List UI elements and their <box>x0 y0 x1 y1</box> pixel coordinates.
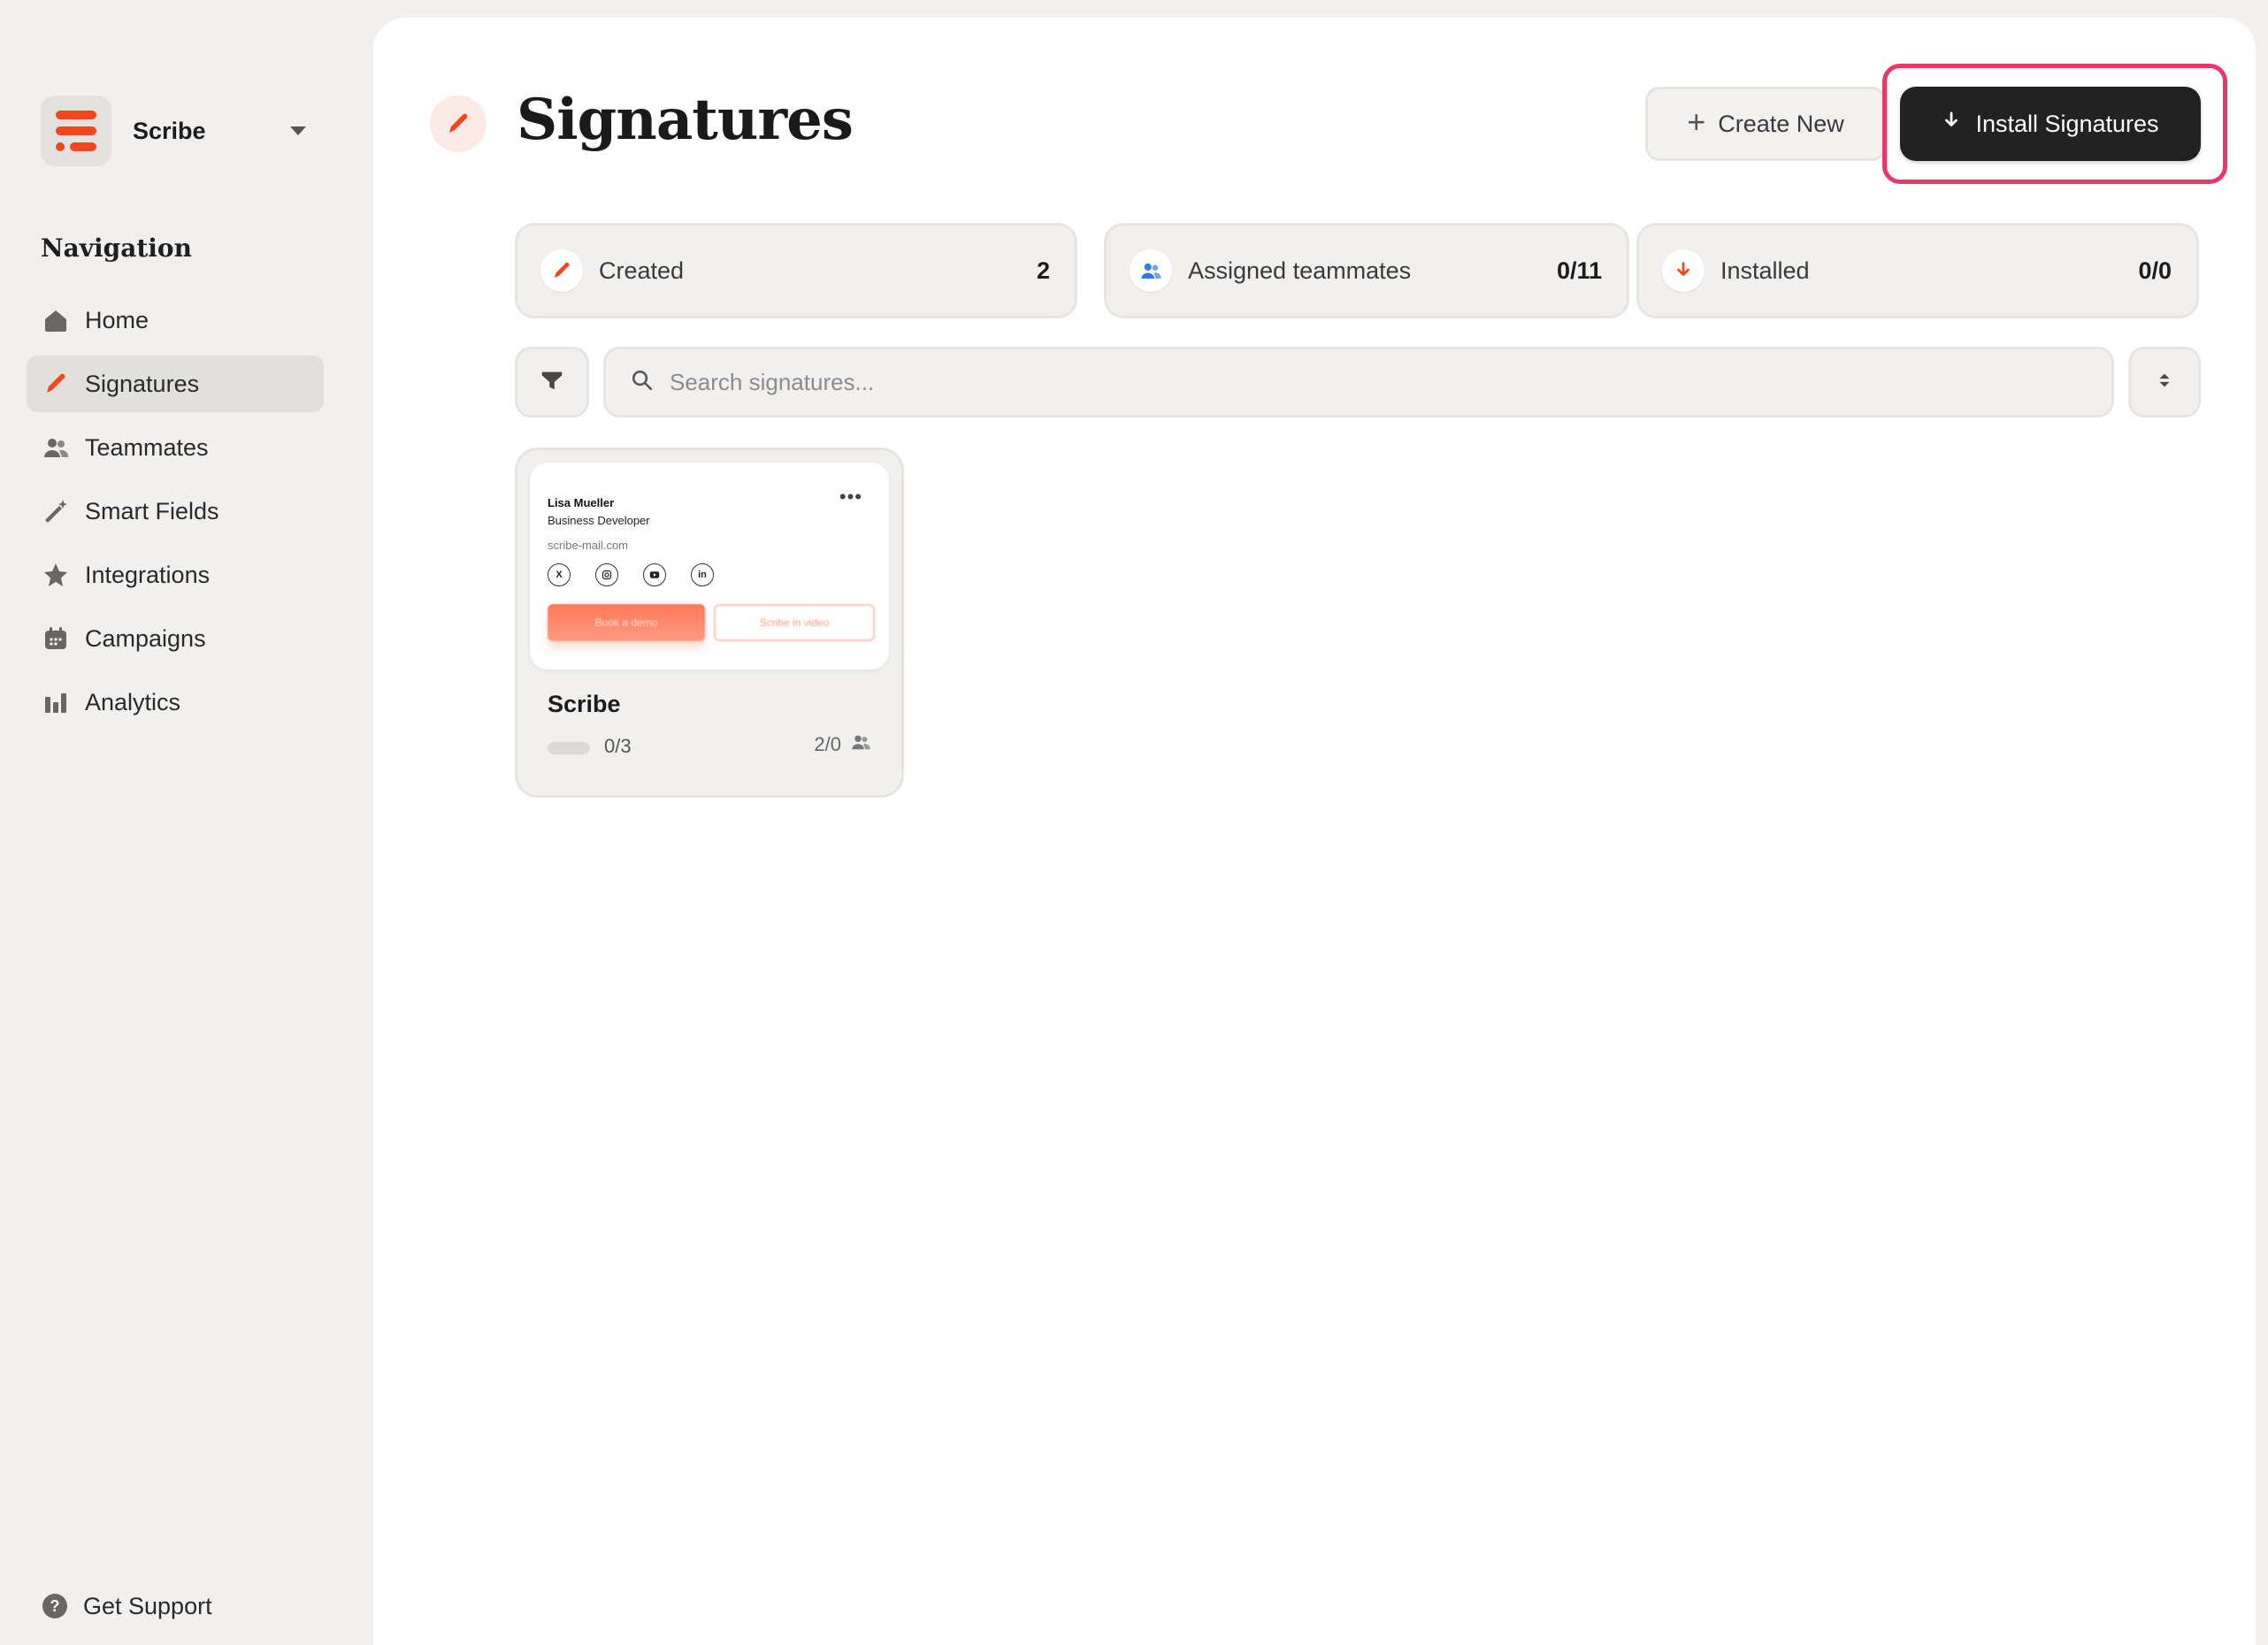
workspace-name: Scribe <box>133 117 206 144</box>
star-icon <box>41 560 71 590</box>
stat-value: 2 <box>1036 256 1050 284</box>
card-title: Scribe <box>548 691 621 717</box>
install-progress-bar <box>548 742 590 754</box>
sidebar-item-integrations[interactable]: Integrations <box>27 547 324 603</box>
pen-icon <box>430 96 487 152</box>
nav-list: Home Signatures Teammates Smart Fields I… <box>27 292 324 738</box>
card-count: 0/3 <box>604 735 632 757</box>
chevron-down-icon[interactable] <box>290 126 306 135</box>
nav-heading: Navigation <box>41 233 192 263</box>
youtube-icon <box>643 563 666 586</box>
preview-cta-secondary: Scribe in video <box>714 604 875 641</box>
more-options-icon[interactable]: ••• <box>839 486 862 509</box>
plus-icon: + <box>1687 103 1706 140</box>
workspace-switcher[interactable]: Scribe <box>41 96 315 166</box>
sidebar: Scribe Navigation Home Signatures Teamma… <box>0 0 373 1645</box>
instagram-icon <box>595 563 618 586</box>
sidebar-item-label: Analytics <box>85 688 181 715</box>
sidebar-item-label: Integrations <box>85 561 211 588</box>
card-team: 2/0 <box>814 731 871 758</box>
preview-cta-primary: Book a demo <box>548 604 705 641</box>
install-signatures-label: Install Signatures <box>1975 110 2159 137</box>
create-new-button[interactable]: + Create New <box>1645 87 1886 161</box>
filter-button[interactable] <box>515 347 589 417</box>
users-icon <box>850 731 871 758</box>
stat-created: Created 2 <box>515 223 1077 318</box>
stat-label: Assigned teammates <box>1188 256 1412 284</box>
x-icon: X <box>548 563 571 586</box>
sidebar-item-label: Home <box>85 306 149 333</box>
stat-value: 0/11 <box>1556 256 1602 284</box>
signature-card[interactable]: Lisa Mueller Business Developer scribe-m… <box>515 448 904 798</box>
sidebar-item-label: Teammates <box>85 433 209 461</box>
preview-name: Lisa Mueller <box>548 496 615 509</box>
users-icon <box>41 432 71 463</box>
search-bar[interactable] <box>603 347 2114 417</box>
help-icon: ? <box>41 1592 69 1620</box>
install-signatures-button[interactable]: Install Signatures <box>1900 87 2201 161</box>
stat-assigned-teammates: Assigned teammates 0/11 <box>1104 223 1629 318</box>
stat-label: Created <box>599 256 685 284</box>
home-icon <box>41 305 71 335</box>
scribe-logo-icon <box>41 96 111 166</box>
svg-text:?: ? <box>50 1597 60 1615</box>
linkedin-icon: in <box>691 563 714 586</box>
sidebar-item-home[interactable]: Home <box>27 292 324 348</box>
sidebar-item-campaigns[interactable]: Campaigns <box>27 610 324 667</box>
sidebar-item-label: Smart Fields <box>85 497 219 524</box>
main-panel: Signatures + Create New Install Signatur… <box>373 18 2256 1645</box>
download-icon <box>1942 110 1961 139</box>
create-new-label: Create New <box>1718 110 1844 137</box>
magic-wand-icon <box>41 496 71 526</box>
sidebar-item-signatures[interactable]: Signatures <box>27 356 324 412</box>
filter-icon <box>539 367 565 398</box>
search-icon <box>631 369 654 396</box>
calendar-icon <box>41 624 71 654</box>
preview-site: scribe-mail.com <box>548 539 629 552</box>
sidebar-item-analytics[interactable]: Analytics <box>27 674 324 731</box>
support-label: Get Support <box>83 1592 212 1619</box>
sidebar-item-smart-fields[interactable]: Smart Fields <box>27 483 324 539</box>
download-icon <box>1662 249 1705 292</box>
pen-icon <box>540 249 583 292</box>
bar-chart-icon <box>41 687 71 717</box>
pen-icon <box>41 369 71 399</box>
preview-role: Business Developer <box>548 514 650 527</box>
get-support-link[interactable]: ? Get Support <box>41 1588 212 1624</box>
stat-installed: Installed 0/0 <box>1636 223 2199 318</box>
stat-value: 0/0 <box>2138 256 2172 284</box>
search-input[interactable] <box>670 368 1996 396</box>
users-icon <box>1130 249 1172 292</box>
sidebar-item-teammates[interactable]: Teammates <box>27 419 324 476</box>
stat-label: Installed <box>1720 256 1810 284</box>
signature-preview: Lisa Mueller Business Developer scribe-m… <box>530 463 889 669</box>
sort-icon <box>2155 369 2174 396</box>
card-team-value: 2/0 <box>814 733 841 755</box>
sidebar-item-label: Signatures <box>85 370 200 397</box>
page-title: Signatures <box>517 87 854 153</box>
sort-button[interactable] <box>2128 347 2201 417</box>
sidebar-item-label: Campaigns <box>85 624 206 652</box>
